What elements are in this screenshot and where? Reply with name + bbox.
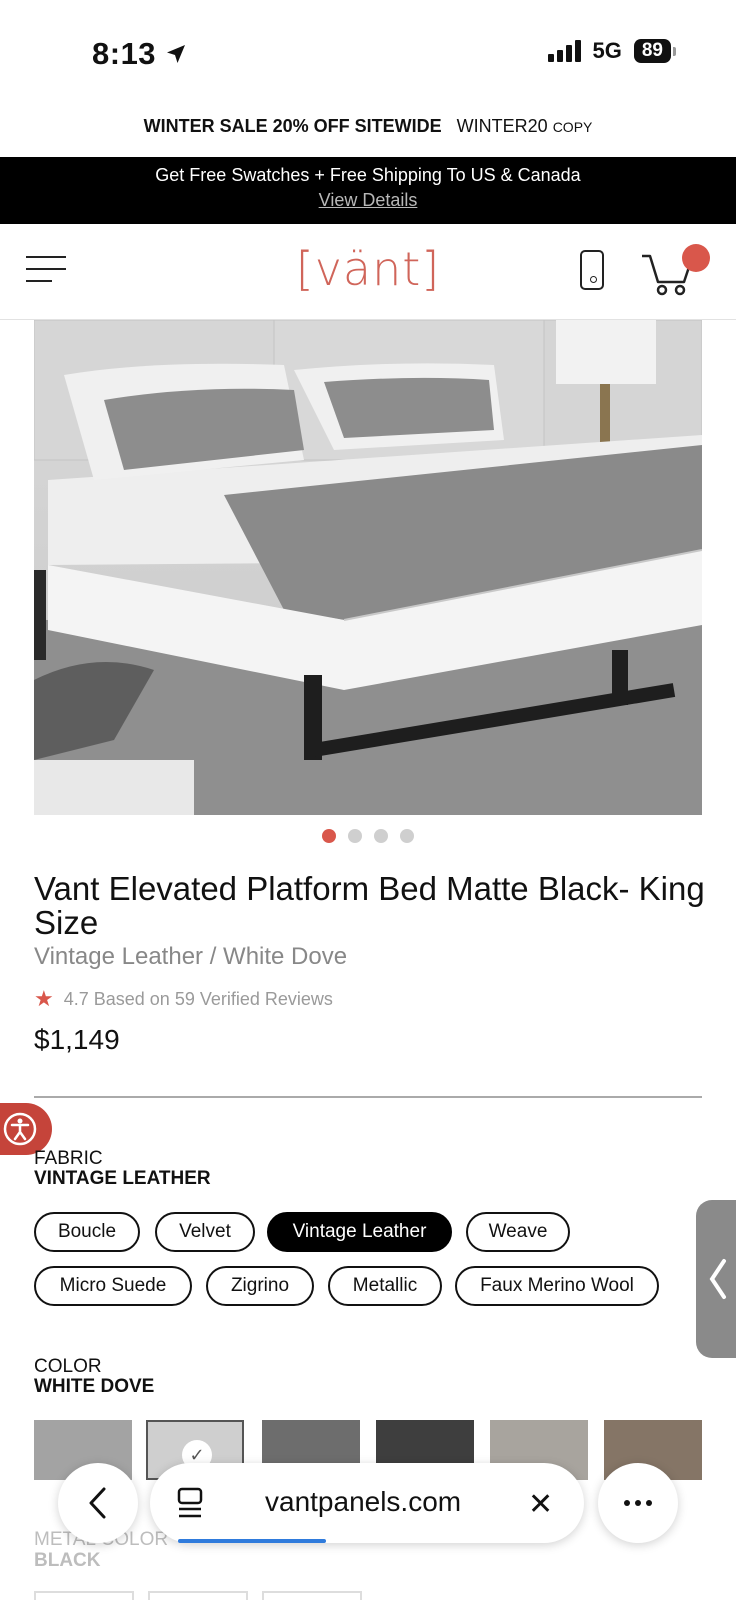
carousel-dot[interactable] (348, 829, 362, 843)
promo-banner: WINTER SALE 20% OFF SITEWIDE WINTER20 CO… (0, 116, 736, 137)
page-load-progress (178, 1539, 326, 1543)
metal-swatch[interactable] (148, 1591, 248, 1600)
shipping-text: Get Free Swatches + Free Shipping To US … (155, 165, 581, 185)
phone-icon[interactable] (580, 250, 604, 290)
metal-color-value: BLACK (34, 1550, 101, 1571)
accessibility-icon (3, 1112, 37, 1146)
fabric-option-faux-merino-wool[interactable]: Faux Merino Wool (455, 1266, 659, 1306)
chevron-left-icon (89, 1487, 106, 1519)
fabric-option-velvet[interactable]: Velvet (155, 1212, 255, 1252)
carousel-dot[interactable] (374, 829, 388, 843)
copy-code-button[interactable]: COPY (553, 119, 593, 135)
browser-back-button[interactable] (58, 1463, 138, 1543)
fabric-option-metallic[interactable]: Metallic (328, 1266, 442, 1306)
product-image[interactable] (34, 320, 702, 815)
fabric-option-weave[interactable]: Weave (466, 1212, 570, 1252)
more-options-button[interactable] (598, 1463, 678, 1543)
promo-code: WINTER20 (456, 116, 548, 136)
metal-swatch[interactable] (34, 1591, 134, 1600)
fabric-value: VINTAGE LEATHER (34, 1168, 211, 1189)
cart-badge (682, 244, 710, 272)
product-title: Vant Elevated Platform Bed Matte Black- … (34, 870, 705, 941)
color-label: COLOR (34, 1356, 102, 1377)
address-bar[interactable]: vantpanels.com ✕ (150, 1463, 584, 1543)
metal-swatch[interactable] (262, 1591, 362, 1600)
battery-icon: 89 (633, 39, 676, 63)
close-icon[interactable]: ✕ (528, 1487, 553, 1522)
location-arrow-icon (167, 45, 186, 63)
fabric-option-zigrino[interactable]: Zigrino (206, 1266, 314, 1306)
tab-overview-icon[interactable] (176, 1487, 204, 1519)
color-value: WHITE DOVE (34, 1376, 155, 1397)
shipping-banner: Get Free Swatches + Free Shipping To US … (0, 157, 736, 224)
url-text: vantpanels.com (265, 1486, 462, 1517)
bed-illustration (34, 320, 702, 815)
carousel-dot[interactable] (400, 829, 414, 843)
status-time: 8:13 (92, 36, 188, 72)
fabric-option-boucle[interactable]: Boucle (34, 1212, 140, 1252)
carousel-dot[interactable] (322, 829, 336, 843)
divider (34, 1096, 702, 1098)
status-indicators: 5G 89 (547, 38, 676, 64)
chevron-left-icon (709, 1259, 726, 1299)
view-details-link[interactable]: View Details (0, 190, 736, 211)
product-variant: Vintage Leather / White Dove (34, 943, 348, 970)
image-carousel-dots (0, 829, 736, 843)
network-label: 5G (592, 38, 622, 63)
product-rating[interactable]: ★ 4.7 Based on 59 Verified Reviews (34, 986, 333, 1012)
rating-text: 4.7 Based on 59 Verified Reviews (63, 988, 333, 1009)
fabric-option-vintage-leather[interactable]: Vintage Leather (267, 1212, 452, 1252)
site-header: [vänt] (0, 224, 736, 320)
status-bar: 8:13 5G 89 (0, 0, 736, 100)
time-text: 8:13 (92, 36, 157, 71)
signal-icon (547, 40, 581, 62)
fabric-label: FABRIC (34, 1148, 103, 1169)
fabric-option-micro-suede[interactable]: Micro Suede (34, 1266, 192, 1306)
side-panel-handle[interactable] (696, 1200, 736, 1358)
site-logo[interactable]: [vänt] (0, 242, 736, 296)
star-icon: ★ (34, 986, 54, 1011)
product-price: $1,149 (34, 1024, 120, 1055)
promo-headline: WINTER SALE 20% OFF SITEWIDE (143, 116, 442, 136)
battery-level: 89 (633, 39, 671, 63)
